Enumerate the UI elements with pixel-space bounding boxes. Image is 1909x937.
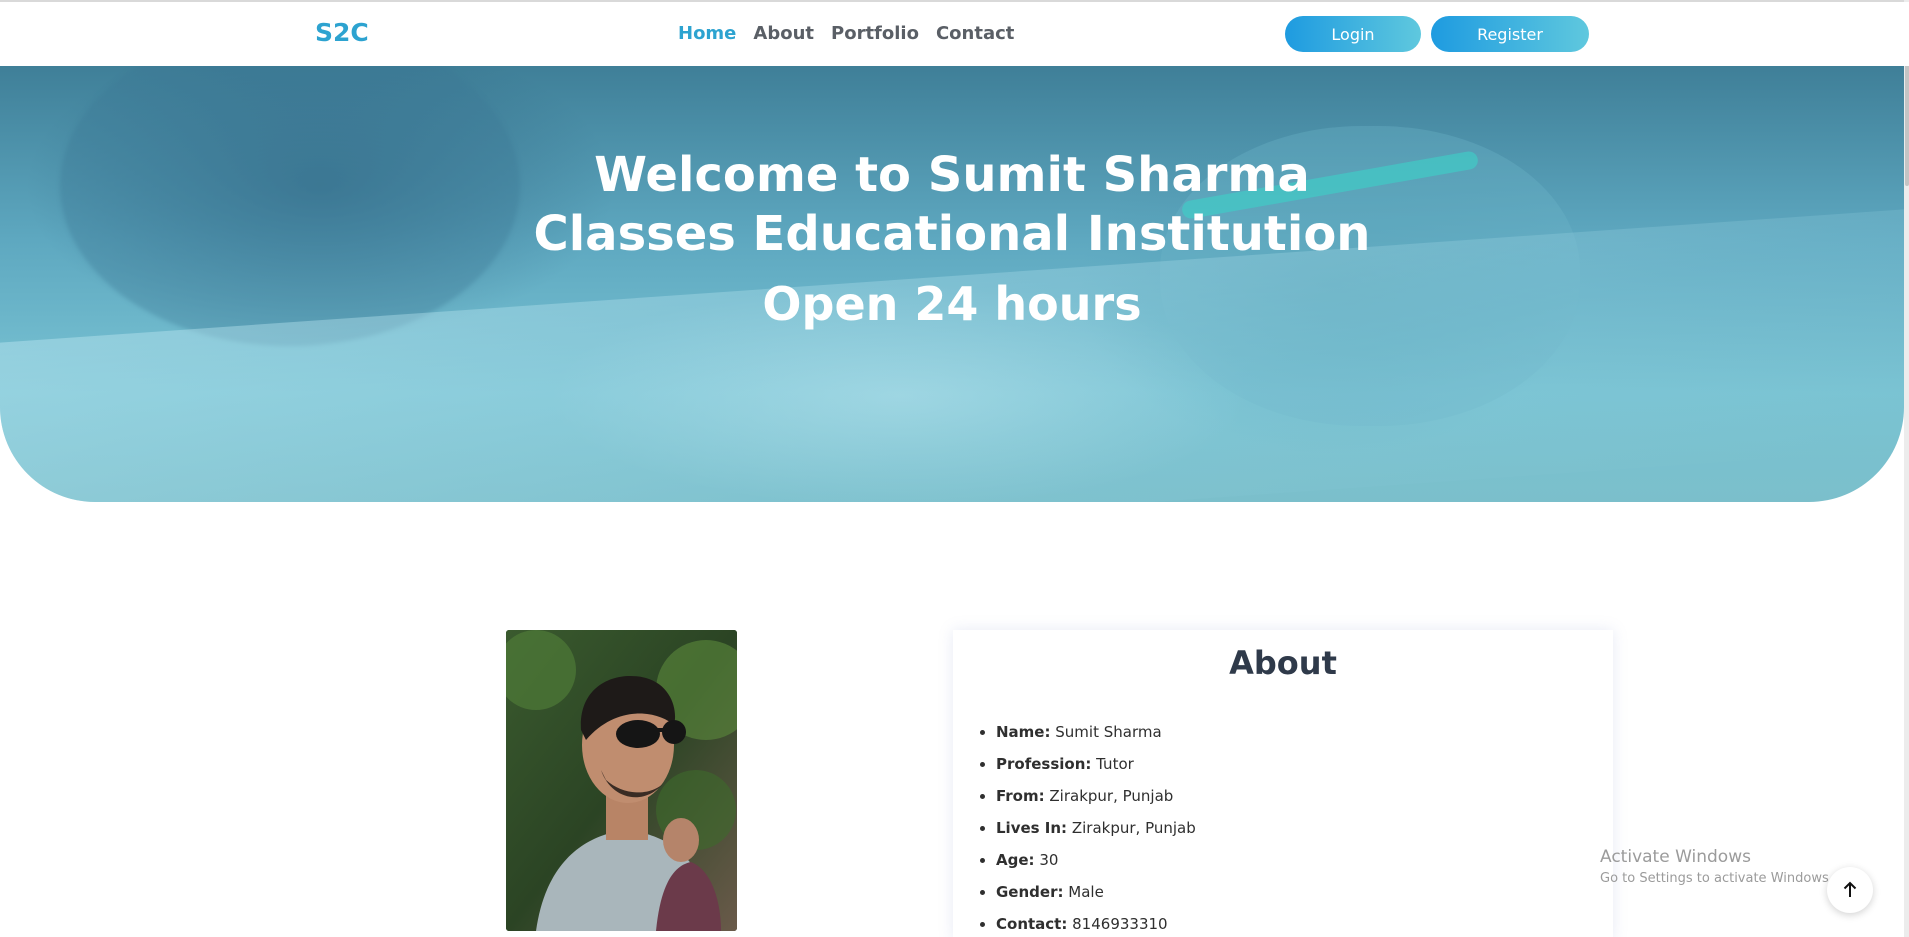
list-item: Gender: Male — [996, 882, 1196, 914]
page: S2C Home About Portfolio Contact Login R… — [0, 0, 1909, 937]
hero-subtitle: Open 24 hours — [762, 277, 1142, 331]
list-item: Profession: Tutor — [996, 754, 1196, 786]
register-button[interactable]: Register — [1431, 16, 1589, 52]
brand-logo[interactable]: S2C — [315, 18, 369, 47]
nav-link-about[interactable]: About — [753, 23, 814, 44]
about-heading: About — [1229, 644, 1337, 682]
list-item: Lives In: Zirakpur, Punjab — [996, 818, 1196, 850]
hero-title: Welcome to Sumit Sharma Classes Educatio… — [533, 147, 1371, 262]
hero-text: Welcome to Sumit Sharma Classes Educatio… — [0, 146, 1904, 332]
nav-link-portfolio[interactable]: Portfolio — [831, 23, 919, 44]
list-item: Age: 30 — [996, 850, 1196, 882]
nav-link-home[interactable]: Home — [678, 23, 736, 44]
info-value: Male — [1068, 883, 1104, 901]
info-label: Contact: — [996, 915, 1068, 933]
info-label: From: — [996, 787, 1045, 805]
profile-photo — [506, 630, 737, 931]
list-item: Name: Sumit Sharma — [996, 722, 1196, 754]
info-value: 8146933310 — [1072, 915, 1168, 933]
nav-link-contact[interactable]: Contact — [936, 23, 1014, 44]
list-item: Contact: 8146933310 — [996, 914, 1196, 937]
back-to-top-button[interactable] — [1827, 867, 1873, 913]
arrow-up-icon — [1843, 881, 1857, 897]
info-value: Tutor — [1096, 755, 1134, 773]
navbar: S2C Home About Portfolio Contact Login R… — [0, 2, 1909, 66]
info-label: Lives In: — [996, 819, 1068, 837]
info-label: Gender: — [996, 883, 1064, 901]
info-value: 30 — [1039, 851, 1059, 869]
info-value: Zirakpur, Punjab — [1049, 787, 1174, 805]
about-info-list: Name: Sumit Sharma Profession: Tutor Fro… — [996, 722, 1196, 937]
nav-links: Home About Portfolio Contact — [678, 23, 1014, 44]
info-label: Name: — [996, 723, 1051, 741]
info-label: Profession: — [996, 755, 1092, 773]
login-button[interactable]: Login — [1285, 16, 1421, 52]
info-value: Zirakpur, Punjab — [1071, 819, 1196, 837]
info-value: Sumit Sharma — [1055, 723, 1162, 741]
watermark-subtitle: Go to Settings to activate Windows. — [1600, 871, 1833, 886]
about-card: About Name: Sumit Sharma Profession: Tut… — [953, 630, 1613, 937]
hero-banner: Welcome to Sumit Sharma Classes Educatio… — [0, 66, 1904, 502]
watermark-title: Activate Windows — [1600, 847, 1751, 867]
info-label: Age: — [996, 851, 1035, 869]
activate-windows-watermark: Activate Windows Go to Settings to activ… — [1600, 847, 1833, 886]
profile-photo-illustration — [506, 630, 737, 931]
list-item: From: Zirakpur, Punjab — [996, 786, 1196, 818]
